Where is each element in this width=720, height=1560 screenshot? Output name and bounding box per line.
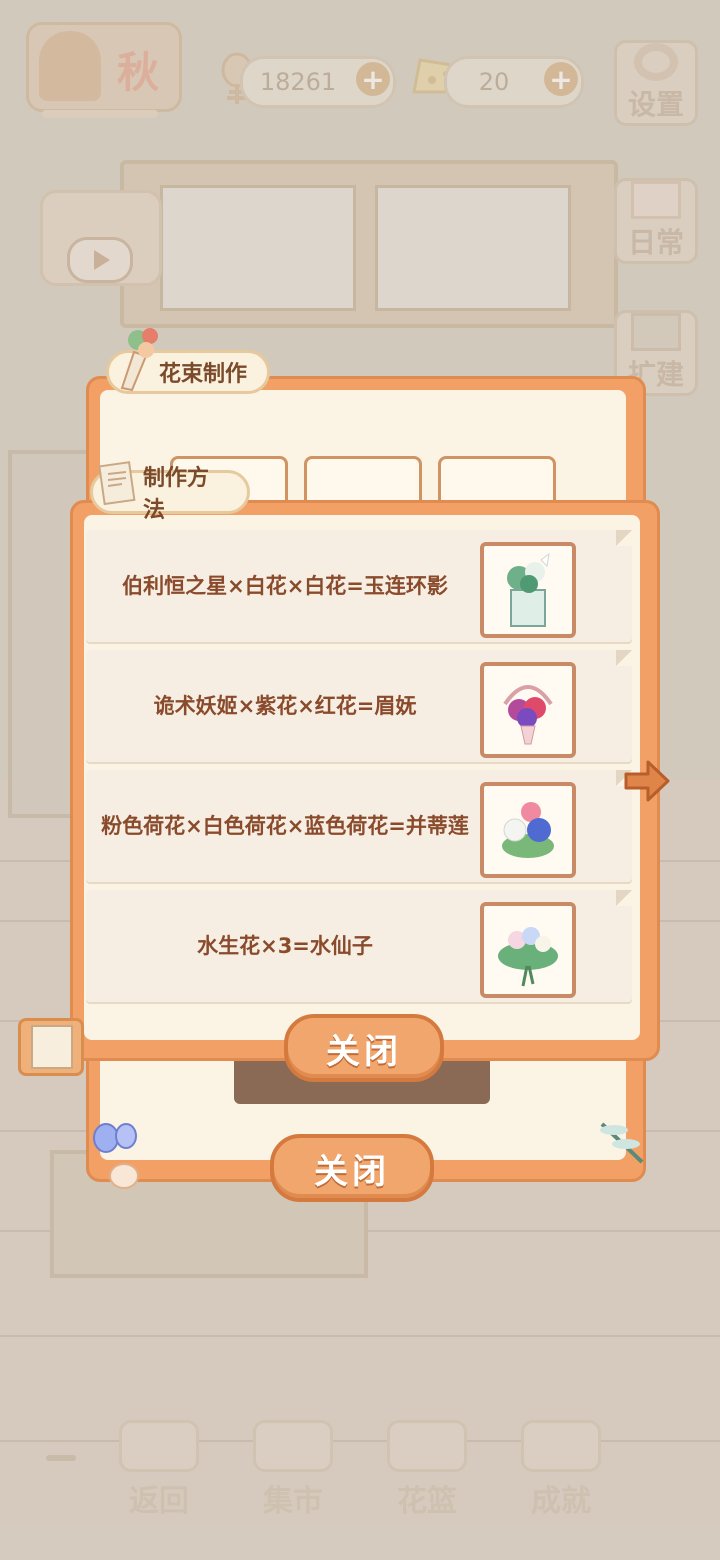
recipes-title-text: 制作方法	[143, 466, 210, 523]
dragonfly-icon	[592, 1116, 654, 1170]
notes-button[interactable]	[18, 1018, 84, 1076]
page-fold	[616, 530, 632, 546]
recipes-close-button[interactable]: 关闭	[284, 1014, 444, 1082]
page-fold	[616, 890, 632, 906]
next-page-arrow-icon[interactable]	[622, 758, 672, 804]
bouquet-image	[480, 782, 576, 878]
recipe-formula: 伯利恒之星×白花×白花=玉连环影	[122, 574, 448, 598]
note-icon	[31, 1025, 73, 1069]
bouquet-title-text: 花束制作	[159, 362, 248, 387]
recipe-note-icon	[98, 460, 138, 508]
bouquet-icon	[116, 322, 166, 392]
page-fold	[616, 650, 632, 666]
bouquet-image	[480, 902, 576, 998]
bouquet-close-button[interactable]: 关闭	[270, 1134, 434, 1202]
recipe-card[interactable]: 粉色荷花×白色荷花×蓝色荷花=并蒂莲	[86, 770, 632, 882]
recipe-formula: 粉色荷花×白色荷花×蓝色荷花=并蒂莲	[101, 814, 469, 838]
recipe-formula: 诡术妖姬×紫花×红花=眉妩	[153, 694, 417, 718]
butterfly-icon	[92, 1120, 142, 1192]
recipe-card[interactable]: 伯利恒之星×白花×白花=玉连环影	[86, 530, 632, 642]
bouquet-image	[480, 662, 576, 758]
recipe-formula: 水生花×3=水仙子	[197, 934, 373, 958]
recipe-card[interactable]: 水生花×3=水仙子	[86, 890, 632, 1002]
recipe-card[interactable]: 诡术妖姬×紫花×红花=眉妩	[86, 650, 632, 762]
bouquet-image	[480, 542, 576, 638]
